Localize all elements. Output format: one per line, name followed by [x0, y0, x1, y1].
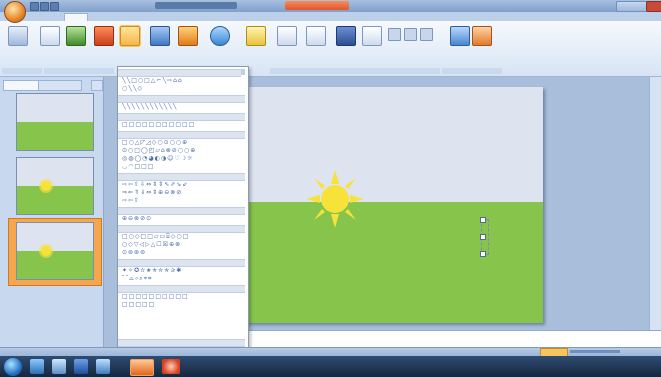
gallery-section-header [118, 131, 245, 139]
gallery-scroll-thumb[interactable] [241, 69, 245, 75]
zoom-slider[interactable] [570, 350, 620, 353]
tab-format[interactable] [292, 13, 316, 21]
shape-row[interactable]: ╲╲╲╲╲╲╲╲╲╲╲╲ [122, 103, 242, 110]
tab-animations[interactable] [128, 13, 158, 21]
tab-slides[interactable] [3, 80, 41, 91]
context-tool-title [285, 1, 349, 10]
chart-icon[interactable] [178, 26, 198, 46]
movie-icon[interactable] [450, 26, 470, 46]
tab-slide-show[interactable] [162, 13, 196, 21]
clip-art-icon[interactable] [94, 26, 114, 46]
close-button[interactable] [646, 1, 661, 12]
shape-row[interactable]: □□□□□ [122, 301, 242, 308]
slide-thumbnail-2[interactable] [16, 157, 94, 215]
gallery-section-header [118, 225, 245, 233]
gallery-section-header [118, 285, 245, 293]
taskbar-powerpoint-icon[interactable] [130, 359, 154, 376]
shape-row[interactable]: ⊕⊖⊗⊘⊙ [122, 215, 242, 222]
tab-view[interactable] [266, 13, 284, 21]
start-button[interactable] [4, 358, 22, 376]
gallery-section-header [118, 95, 245, 103]
save-icon[interactable] [30, 2, 39, 11]
shape-row[interactable]: ╲╲□○□△⌐╲⇨⌂⌂ [122, 77, 242, 84]
gallery-section-header [118, 259, 245, 267]
hyperlink-icon[interactable] [210, 26, 230, 46]
gallery-section-header [118, 339, 245, 347]
picture-icon[interactable] [66, 26, 86, 46]
shape-row[interactable]: ⇒⇐⇑⇓⇔⇕⊕⊖⊗⊘ [122, 189, 242, 196]
vertical-scrollbar[interactable] [649, 77, 661, 330]
object-icon[interactable] [420, 28, 433, 41]
header-footer-icon[interactable] [306, 26, 326, 46]
shape-row[interactable]: ⊙○□◯◰▱⌂⊗⊘○○⊕ [122, 147, 242, 154]
date-time-icon[interactable] [362, 26, 382, 46]
taskbar-browser-icon[interactable] [162, 359, 180, 374]
shape-row[interactable]: ⇨⇦⇧ [122, 197, 242, 204]
taskbar-folder-icon[interactable] [96, 359, 110, 374]
gallery-section-header [118, 207, 245, 215]
taskbar-app-icon[interactable] [52, 359, 66, 374]
shape-row[interactable]: ◎◍◯◔◕◐◑☺♡☽☼ [122, 155, 242, 162]
smartart-icon[interactable] [150, 26, 170, 46]
ribbon-group-caption [270, 68, 440, 74]
shape-row[interactable]: ◡◠□□□ [122, 163, 242, 170]
office-orb-icon[interactable] [4, 1, 26, 23]
text-box-icon[interactable] [277, 26, 297, 46]
shape-row[interactable]: □□□□□□□□□□ [122, 293, 242, 300]
shape-row[interactable]: ○◇▽◁▷△☐☒⊕⊗ [122, 241, 242, 248]
shape-row[interactable]: ⊙⊚⊛⊜ [122, 249, 242, 256]
shape-row[interactable]: □○△◸◿◇○⊙○○⊕ [122, 139, 242, 146]
gallery-section-header [118, 113, 245, 121]
tab-outline[interactable] [38, 80, 82, 91]
new-slide-icon[interactable] [40, 26, 60, 46]
taskbar-explorer-icon[interactable] [30, 359, 44, 374]
resize-handle[interactable] [480, 234, 486, 240]
slide-thumbnail-1[interactable] [16, 93, 94, 151]
sun-shape[interactable] [306, 170, 364, 228]
symbol-icon[interactable] [404, 28, 417, 41]
ribbon-group-caption [2, 68, 42, 74]
close-panel-icon[interactable] [91, 80, 103, 91]
gallery-section-header [118, 173, 245, 181]
taskbar-word-icon[interactable] [74, 359, 88, 374]
sun-icon [41, 246, 51, 256]
shape-row[interactable]: ✦✧✪✫✬✭✮✯✰✱ [122, 267, 242, 274]
slide-number-icon[interactable] [388, 28, 401, 41]
shapes-icon[interactable] [120, 26, 140, 46]
resize-handle[interactable] [480, 217, 486, 223]
gallery-section-header [118, 69, 241, 77]
shapes-gallery[interactable]: ╲╲□○□△⌐╲⇨⌂⌂ ○╲╲◇ ╲╲╲╲╲╲╲╲╲╲╲╲ □□□□□□□□□□… [117, 66, 249, 351]
wordart-icon[interactable] [336, 26, 356, 46]
paste-icon[interactable] [8, 26, 28, 46]
action-icon[interactable] [246, 26, 266, 46]
undo-icon[interactable] [40, 2, 49, 11]
sun-icon [41, 181, 51, 191]
shape-row[interactable]: □○◇□□▱▭⌸◇○□ [122, 233, 242, 240]
sound-icon[interactable] [472, 26, 492, 46]
shape-row[interactable]: ○╲╲◇ [122, 85, 242, 92]
shape-row[interactable]: □□□□□□□□□□□ [122, 121, 242, 128]
tab-home[interactable] [33, 13, 53, 21]
minimize-maximize-buttons[interactable] [616, 1, 648, 12]
slide-thumbnail-3[interactable] [16, 222, 94, 280]
tab-extra[interactable] [325, 13, 347, 21]
shape-row[interactable]: ⌒⌓⌔⌕⌖⌗ [122, 275, 242, 282]
window-title [155, 2, 237, 9]
shape-row[interactable]: ⇨⇦⇧⇩⇔⇕⇕⇖⇗⇘⇙ [122, 181, 242, 188]
tab-design[interactable] [92, 13, 118, 21]
tab-review[interactable] [220, 13, 262, 21]
ribbon-group-caption [442, 68, 502, 74]
ribbon-group-caption [44, 68, 114, 74]
notes-pane[interactable] [244, 330, 661, 348]
redo-icon[interactable] [50, 2, 59, 11]
resize-handle[interactable] [480, 251, 486, 257]
